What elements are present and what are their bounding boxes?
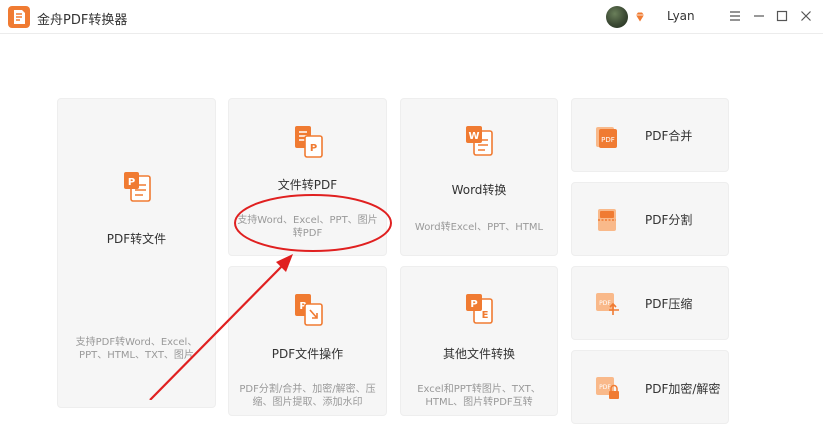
- card-word-convert[interactable]: W Word转换 Word转Excel、PPT、HTML: [400, 98, 558, 256]
- pdf-merge-icon: PDF: [596, 127, 617, 148]
- side-item-pdf-encrypt[interactable]: PDF PDF加密/解密: [571, 350, 729, 424]
- app-logo-icon: [8, 6, 30, 28]
- pdf-to-file-icon: P: [124, 172, 151, 202]
- side-item-label: PDF加密/解密: [645, 382, 721, 396]
- title-bar: 金舟PDF转换器 Lyan: [0, 0, 823, 34]
- svg-text:P: P: [310, 143, 317, 154]
- card-pdf-to-file[interactable]: P PDF转文件 支持PDF转Word、Excel、PPT、HTML、TXT、图…: [57, 98, 216, 408]
- card-title: 文件转PDF: [277, 178, 338, 192]
- menu-icon[interactable]: [728, 9, 742, 23]
- svg-text:PDF: PDF: [601, 136, 615, 144]
- svg-text:P: P: [128, 177, 135, 188]
- other-convert-icon: E P: [466, 294, 493, 324]
- username[interactable]: Lyan: [667, 9, 695, 23]
- svg-text:W: W: [468, 131, 479, 142]
- svg-text:PDF: PDF: [599, 300, 611, 307]
- svg-text:PDF: PDF: [599, 384, 611, 391]
- card-pdf-operation[interactable]: P PDF文件操作 PDF分割/合并、加密/解密、压缩、图片提取、添加水印: [228, 266, 387, 416]
- card-description: 支持PDF转Word、Excel、PPT、HTML、TXT、图片: [75, 337, 198, 361]
- minimize-icon[interactable]: [752, 9, 766, 23]
- card-title: PDF转文件: [106, 232, 167, 246]
- card-description: 支持Word、Excel、PPT、图片转PDF: [237, 215, 378, 239]
- card-other-convert[interactable]: E P 其他文件转换 Excel和PPT转图片、TXT、HTML、图片转PDF互…: [400, 266, 558, 416]
- word-convert-icon: W: [466, 126, 493, 156]
- svg-text:E: E: [482, 310, 489, 321]
- user-avatar[interactable]: [606, 6, 628, 28]
- pdf-lock-icon: PDF: [596, 377, 619, 399]
- pdf-compress-icon: PDF: [596, 293, 619, 315]
- card-title: PDF文件操作: [271, 347, 344, 361]
- side-item-pdf-merge[interactable]: PDF PDF合并: [571, 98, 729, 172]
- card-file-to-pdf[interactable]: P 文件转PDF 支持Word、Excel、PPT、图片转PDF: [228, 98, 387, 256]
- card-title: Word转换: [451, 183, 507, 197]
- side-item-label: PDF压缩: [645, 297, 693, 311]
- card-description: PDF分割/合并、加密/解密、压缩、图片提取、添加水印: [239, 384, 376, 408]
- svg-text:P: P: [470, 299, 477, 310]
- side-item-label: PDF分割: [645, 213, 693, 227]
- close-icon[interactable]: [799, 9, 813, 23]
- pdf-split-icon: [598, 209, 616, 231]
- card-description: Excel和PPT转图片、TXT、HTML、图片转PDF互转: [417, 384, 541, 408]
- card-description: Word转Excel、PPT、HTML: [414, 222, 544, 233]
- vip-diamond-icon[interactable]: [634, 11, 646, 23]
- pdf-operation-icon: P: [295, 294, 323, 326]
- side-item-pdf-compress[interactable]: PDF PDF压缩: [571, 266, 729, 340]
- file-to-pdf-icon: P: [295, 126, 323, 158]
- card-title: 其他文件转换: [442, 347, 515, 361]
- app-title: 金舟PDF转换器: [37, 13, 128, 28]
- side-item-label: PDF合并: [645, 129, 693, 143]
- maximize-icon[interactable]: [775, 9, 789, 23]
- side-item-pdf-split[interactable]: PDF分割: [571, 182, 729, 256]
